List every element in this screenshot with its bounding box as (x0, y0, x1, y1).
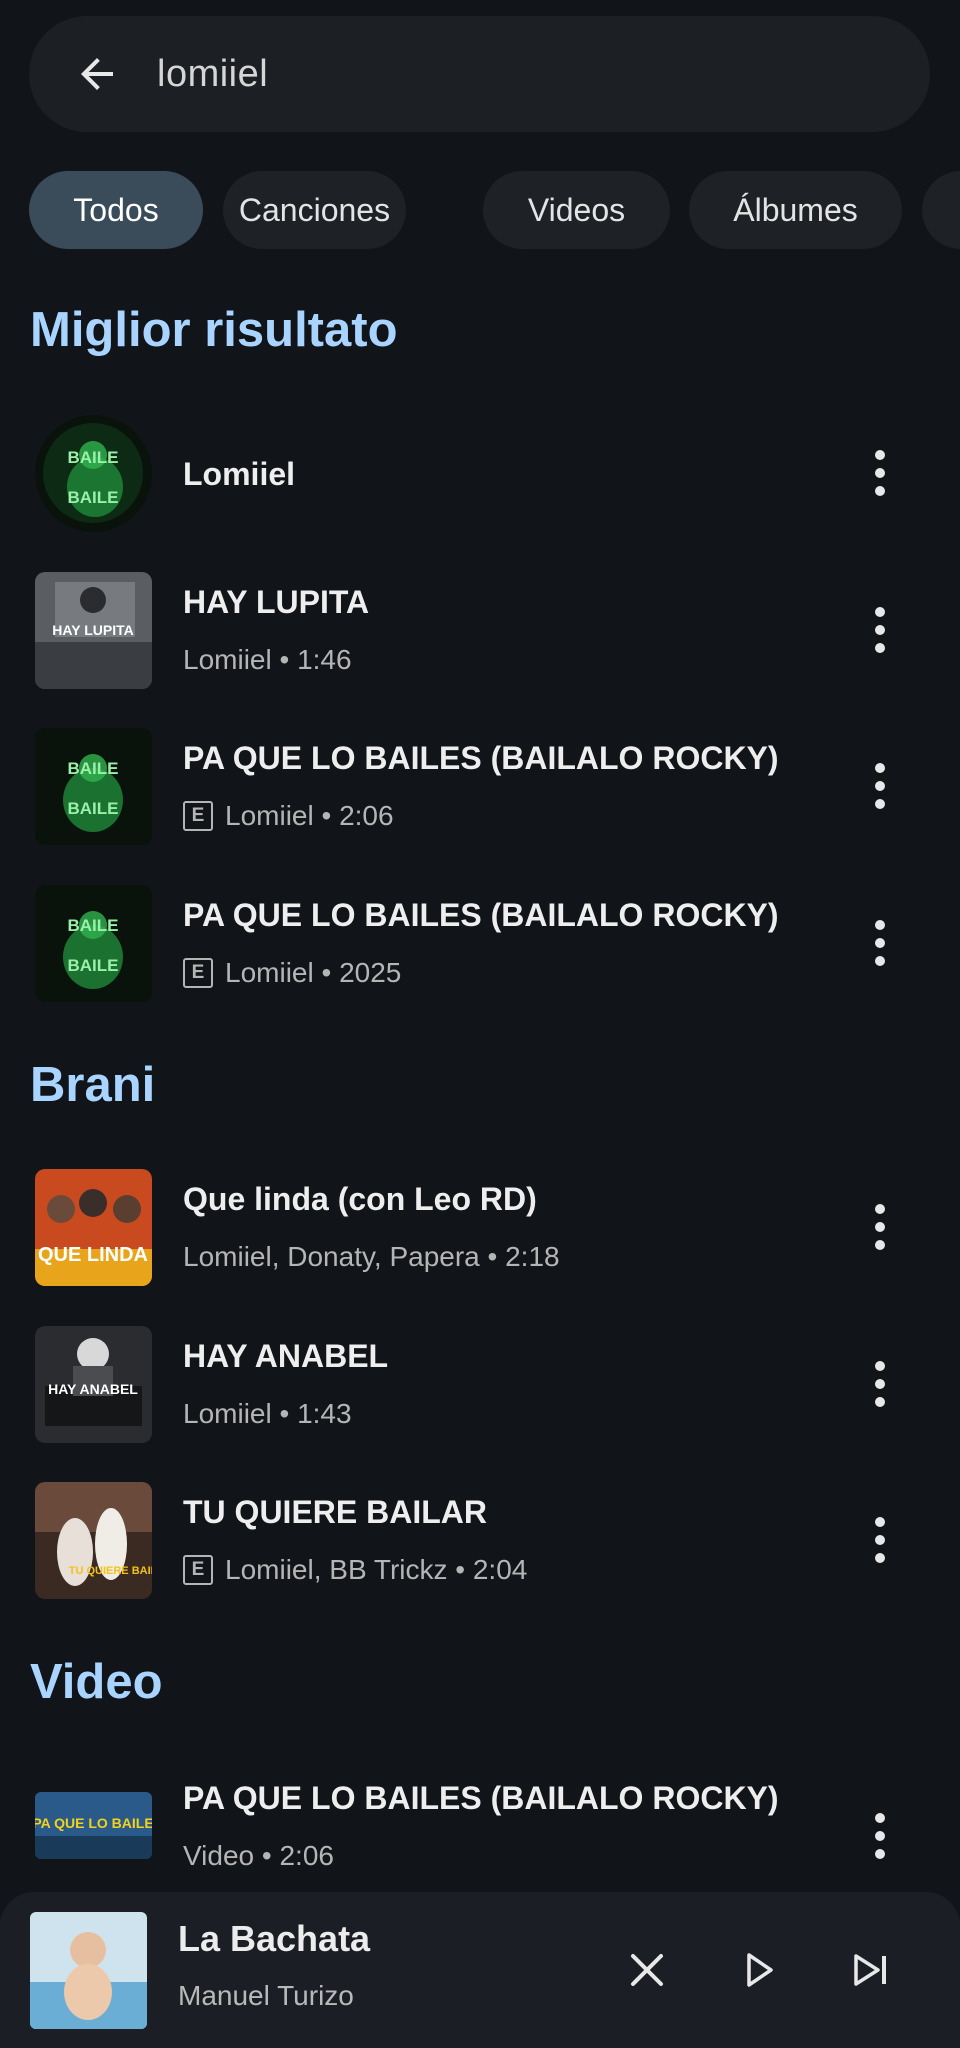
item-subtitle: E Lomiiel • 2:06 (183, 800, 394, 832)
section-title-songs: Brani (30, 1058, 156, 1112)
item-subtitle: E Lomiiel • 2025 (183, 957, 401, 989)
svg-text:BAILE: BAILE (68, 759, 119, 778)
item-title: TU QUIERE BAILAR (183, 1494, 487, 1530)
list-item-song[interactable]: TU QUIERE BAILAR TU QUIERE BAILAR E Lomi… (0, 1482, 960, 1622)
svg-text:TU QUIERE BAILAR: TU QUIERE BAILAR (69, 1565, 152, 1577)
item-title: Lomiiel (183, 456, 296, 492)
item-subtitle-text: Video • 2:06 (183, 1840, 334, 1871)
list-item-song[interactable]: QUE LINDA Que linda (con Leo RD) Lomiiel… (0, 1169, 960, 1309)
album-art: HAY ANABEL (35, 1326, 152, 1443)
more-options-icon[interactable] (860, 600, 900, 660)
more-options-icon[interactable] (860, 1510, 900, 1570)
more-options-icon[interactable] (860, 1354, 900, 1414)
item-subtitle-text: Lomiiel • 1:46 (183, 644, 352, 675)
more-options-icon[interactable] (860, 913, 900, 973)
item-subtitle-text: Lomiiel • 2:06 (225, 800, 394, 831)
item-subtitle-text: Lomiiel • 2025 (225, 957, 402, 988)
album-art: BAILE BAILE (35, 728, 152, 845)
item-title: PA QUE LO BAILES (BAILALO ROCKY) (183, 740, 779, 776)
skip-next-icon[interactable] (842, 1940, 902, 2000)
item-title: Que linda (con Leo RD) (183, 1181, 537, 1217)
now-playing-artist: Manuel Turizo (178, 1980, 354, 2011)
back-arrow-icon[interactable] (73, 50, 121, 98)
explicit-icon: E (183, 958, 213, 988)
play-icon[interactable] (727, 1940, 787, 2000)
list-item-album[interactable]: BAILE BAILE PA QUE LO BAILES (BAILALO RO… (0, 885, 960, 1025)
svg-text:HAY LUPITA: HAY LUPITA (52, 622, 133, 638)
item-title: PA QUE LO BAILES (BAILALO ROCKY) (183, 897, 779, 933)
more-options-icon[interactable] (860, 1197, 900, 1257)
svg-text:HAY ANABEL: HAY ANABEL (48, 1381, 138, 1397)
explicit-icon: E (183, 1555, 213, 1585)
album-art: HAY LUPITA (35, 572, 152, 689)
mini-player[interactable]: La Bachata Manuel Turizo (0, 1892, 960, 2048)
search-bar[interactable]: lomiiel (29, 16, 930, 132)
svg-text:BAILE: BAILE (68, 956, 119, 975)
item-subtitle: Lomiiel • 1:46 (183, 644, 352, 676)
more-options-icon[interactable] (860, 756, 900, 816)
chip-canciones[interactable]: Canciones (223, 171, 406, 249)
now-playing-art (30, 1912, 147, 2029)
svg-text:BAILE: BAILE (68, 488, 119, 507)
svg-text:BAILE: BAILE (68, 799, 119, 818)
search-input[interactable]: lomiiel (157, 53, 268, 96)
svg-text:PA QUE LO BAILE: PA QUE LO BAILE (35, 1815, 152, 1831)
chip-more[interactable] (922, 171, 960, 249)
now-playing-title: La Bachata (178, 1918, 371, 1959)
list-item-song[interactable]: HAY LUPITA HAY LUPITA Lomiiel • 1:46 (0, 572, 960, 712)
album-art: BAILE BAILE (35, 885, 152, 1002)
chip-todos[interactable]: Todos (29, 171, 203, 249)
item-title: HAY ANABEL (183, 1338, 389, 1374)
svg-text:BAILE: BAILE (68, 916, 119, 935)
close-icon[interactable] (617, 1940, 677, 2000)
list-item-artist[interactable]: BAILE BAILE Lomiiel (0, 415, 960, 555)
album-art: QUE LINDA (35, 1169, 152, 1286)
album-art: TU QUIERE BAILAR (35, 1482, 152, 1599)
item-subtitle-text: Lomiiel, Donaty, Papera • 2:18 (183, 1241, 560, 1272)
svg-text:QUE LINDA: QUE LINDA (38, 1244, 148, 1266)
list-item-song[interactable]: HAY ANABEL HAY ANABEL Lomiiel • 1:43 (0, 1326, 960, 1466)
artist-avatar: BAILE BAILE (35, 415, 152, 532)
chip-videos[interactable]: Videos (483, 171, 670, 249)
more-options-icon[interactable] (860, 443, 900, 503)
more-options-icon[interactable] (860, 1806, 900, 1866)
video-thumbnail: PA QUE LO BAILE (35, 1792, 152, 1859)
filter-chips: Todos Canciones Videos Álbumes (29, 171, 960, 249)
item-title: HAY LUPITA (183, 584, 370, 620)
explicit-icon: E (183, 801, 213, 831)
item-subtitle: E Lomiiel, BB Trickz • 2:04 (183, 1554, 527, 1586)
section-title-videos: Video (30, 1655, 163, 1709)
item-subtitle: Lomiiel, Donaty, Papera • 2:18 (183, 1241, 560, 1273)
item-subtitle-text: Lomiiel, BB Trickz • 2:04 (225, 1554, 528, 1585)
chip-albumes[interactable]: Álbumes (689, 171, 902, 249)
item-subtitle: Lomiiel • 1:43 (183, 1398, 352, 1430)
item-subtitle-text: Lomiiel • 1:43 (183, 1398, 352, 1429)
item-title: PA QUE LO BAILES (BAILALO ROCKY) (183, 1780, 779, 1816)
item-subtitle: Video • 2:06 (183, 1840, 334, 1872)
svg-text:BAILE: BAILE (68, 448, 119, 467)
list-item-song[interactable]: BAILE BAILE PA QUE LO BAILES (BAILALO RO… (0, 728, 960, 868)
section-title-top: Miglior risultato (30, 303, 398, 357)
